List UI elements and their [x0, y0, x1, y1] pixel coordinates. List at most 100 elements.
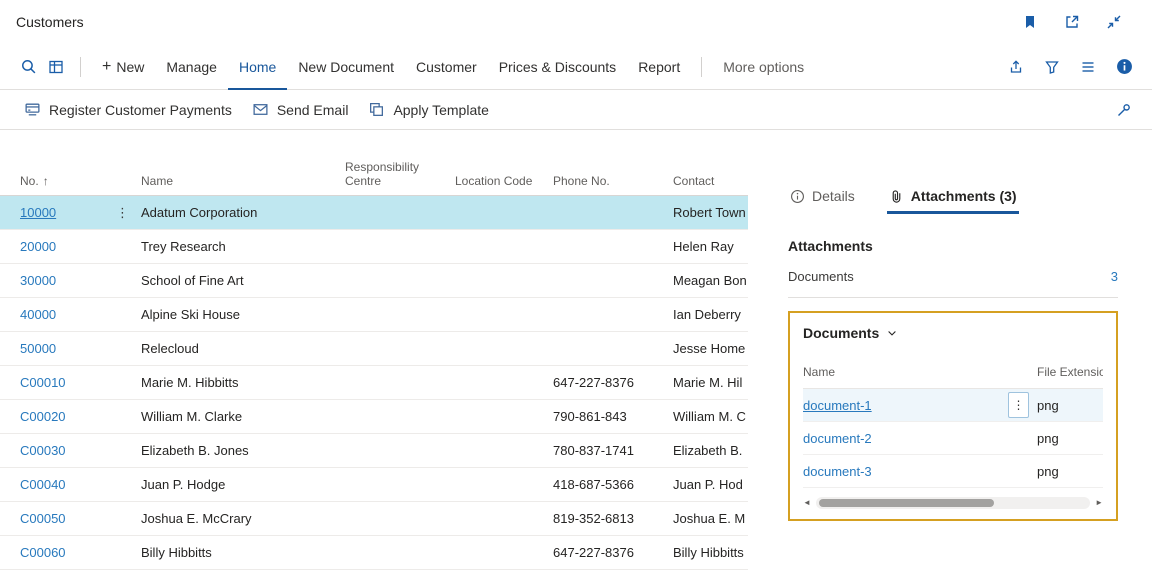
table-row[interactable]: C00030 Elizabeth B. Jones 780-837-1741 E…: [0, 434, 748, 468]
ribbon-right-icons: [1002, 53, 1138, 81]
table-row[interactable]: 20000 Trey Research Helen Ray: [0, 230, 748, 264]
customer-no-link[interactable]: C00020: [20, 409, 66, 424]
customer-contact: Ian Deberry: [673, 307, 741, 322]
horizontal-scrollbar[interactable]: ◄ ►: [803, 497, 1103, 509]
info-icon[interactable]: [1110, 53, 1138, 81]
documents-column-name[interactable]: Name: [803, 365, 1037, 379]
collapse-window-icon[interactable]: [1106, 14, 1122, 30]
customer-no-link[interactable]: C00060: [20, 545, 66, 560]
email-icon: [252, 101, 269, 118]
page-title: Customers: [16, 14, 84, 30]
document-link[interactable]: document-2: [803, 431, 872, 446]
menu-item-manage[interactable]: Manage: [155, 44, 228, 90]
table-row[interactable]: C00020 William M. Clarke 790-861-843 Wil…: [0, 400, 748, 434]
pin-icon[interactable]: [1110, 96, 1138, 124]
documents-section-header[interactable]: Documents: [803, 325, 1103, 341]
menu-item-prices-discounts[interactable]: Prices & Discounts: [488, 44, 627, 90]
customer-contact: Juan P. Hod: [673, 477, 743, 492]
paperclip-icon: [889, 189, 904, 204]
analysis-grid-icon[interactable]: [42, 53, 70, 81]
documents-column-extension[interactable]: File Extension: [1037, 365, 1103, 379]
customer-name: Marie M. Hibbitts: [141, 375, 239, 390]
menu-item-home[interactable]: Home: [227, 44, 288, 90]
customer-no-link[interactable]: C00010: [20, 375, 66, 390]
column-header-location-code[interactable]: Location Code: [455, 174, 553, 188]
documents-count-link[interactable]: 3: [1111, 269, 1118, 284]
menu-item-new-document[interactable]: New Document: [287, 44, 405, 90]
document-row[interactable]: document-3 png: [803, 455, 1103, 488]
search-icon[interactable]: [14, 53, 42, 81]
filter-icon[interactable]: [1038, 53, 1066, 81]
customer-name: Elizabeth B. Jones: [141, 443, 249, 458]
share-icon[interactable]: [1002, 53, 1030, 81]
details-info-icon: [790, 189, 805, 204]
plus-icon: +: [102, 57, 112, 75]
table-row[interactable]: C00040 Juan P. Hodge 418-687-5366 Juan P…: [0, 468, 748, 502]
documents-card: Documents Name File Extension document-1…: [788, 311, 1118, 521]
customer-name: William M. Clarke: [141, 409, 243, 424]
table-row[interactable]: C00010 Marie M. Hibbitts 647-227-8376 Ma…: [0, 366, 748, 400]
menu-item-new[interactable]: + New: [91, 44, 155, 90]
titlebar-icons: [1022, 14, 1136, 30]
list-header-row: No. ↑ Name Responsibility Centre Location…: [0, 130, 748, 196]
scrollbar-track[interactable]: [815, 497, 1091, 509]
menu-item-customer[interactable]: Customer: [405, 44, 488, 90]
send-email-button[interactable]: Send Email: [242, 90, 359, 129]
tab-details[interactable]: Details: [788, 188, 857, 214]
customer-name: Alpine Ski House: [141, 307, 240, 322]
more-options-button[interactable]: More options: [712, 44, 815, 90]
customer-no-link[interactable]: C00030: [20, 443, 66, 458]
customer-name: Juan P. Hodge: [141, 477, 226, 492]
document-row[interactable]: document-2 png: [803, 422, 1103, 455]
attachments-heading: Attachments: [788, 238, 873, 254]
bookmark-icon[interactable]: [1022, 14, 1038, 30]
register-customer-payments-button[interactable]: Register Customer Payments: [14, 90, 242, 129]
chevron-down-icon: [886, 327, 898, 339]
document-link[interactable]: document-1: [803, 398, 872, 413]
customer-contact: William M. C: [673, 409, 746, 424]
customer-contact: Joshua E. M: [673, 511, 746, 526]
customer-no-link[interactable]: 40000: [20, 307, 56, 322]
customer-phone: 780-837-1741: [553, 443, 634, 458]
document-link[interactable]: document-3: [803, 464, 872, 479]
open-in-new-window-icon[interactable]: [1064, 14, 1080, 30]
scrollbar-thumb[interactable]: [818, 499, 995, 507]
customer-no-link[interactable]: 20000: [20, 239, 56, 254]
customer-list: No. ↑ Name Responsibility Centre Location…: [0, 130, 748, 571]
menu-item-report[interactable]: Report: [627, 44, 691, 90]
scroll-right-arrow[interactable]: ►: [1095, 499, 1103, 507]
column-header-contact[interactable]: Contact: [673, 174, 748, 188]
table-row[interactable]: C00060 Billy Hibbitts 647-227-8376 Billy…: [0, 536, 748, 570]
customer-name: Adatum Corporation: [141, 205, 258, 220]
customer-no-link[interactable]: C00050: [20, 511, 66, 526]
scroll-left-arrow[interactable]: ◄: [803, 499, 811, 507]
apply-template-button[interactable]: Apply Template: [358, 90, 498, 129]
customer-contact: Marie M. Hil: [673, 375, 743, 390]
column-header-phone[interactable]: Phone No.: [553, 174, 673, 188]
table-row[interactable]: 10000 ⋮ Adatum Corporation Robert Town: [0, 196, 748, 230]
customer-no-link[interactable]: 10000: [20, 205, 56, 220]
menu-item-label: New: [116, 58, 145, 75]
register-payments-icon: [24, 101, 41, 118]
customer-contact: Robert Town: [673, 205, 746, 220]
customer-contact: Jesse Home: [673, 341, 746, 356]
column-header-no[interactable]: No. ↑: [20, 174, 141, 188]
table-row[interactable]: C00050 Joshua E. McCrary 819-352-6813 Jo…: [0, 502, 748, 536]
document-menu-button[interactable]: ⋮: [1008, 392, 1029, 418]
table-row[interactable]: 40000 Alpine Ski House Ian Deberry: [0, 298, 748, 332]
customer-contact: Helen Ray: [673, 239, 734, 254]
table-row[interactable]: 30000 School of Fine Art Meagan Bon: [0, 264, 748, 298]
customer-no-link[interactable]: 50000: [20, 341, 56, 356]
document-row[interactable]: document-1 ⋮ png: [803, 389, 1103, 422]
customer-no-link[interactable]: C00040: [20, 477, 66, 492]
documents-fact-row: Documents 3: [788, 269, 1118, 284]
customer-no-link[interactable]: 30000: [20, 273, 56, 288]
tab-attachments[interactable]: Attachments (3): [886, 188, 1019, 214]
column-header-responsibility-centre[interactable]: Responsibility Centre: [345, 160, 455, 188]
ribbon-menu: + New Manage Home New Document Customer …: [14, 44, 1002, 90]
divider: [701, 56, 703, 77]
list-view-icon[interactable]: [1074, 53, 1102, 81]
column-header-name[interactable]: Name: [141, 174, 345, 188]
table-row[interactable]: 50000 Relecloud Jesse Home: [0, 332, 748, 366]
row-menu-icon[interactable]: ⋮: [116, 205, 129, 221]
